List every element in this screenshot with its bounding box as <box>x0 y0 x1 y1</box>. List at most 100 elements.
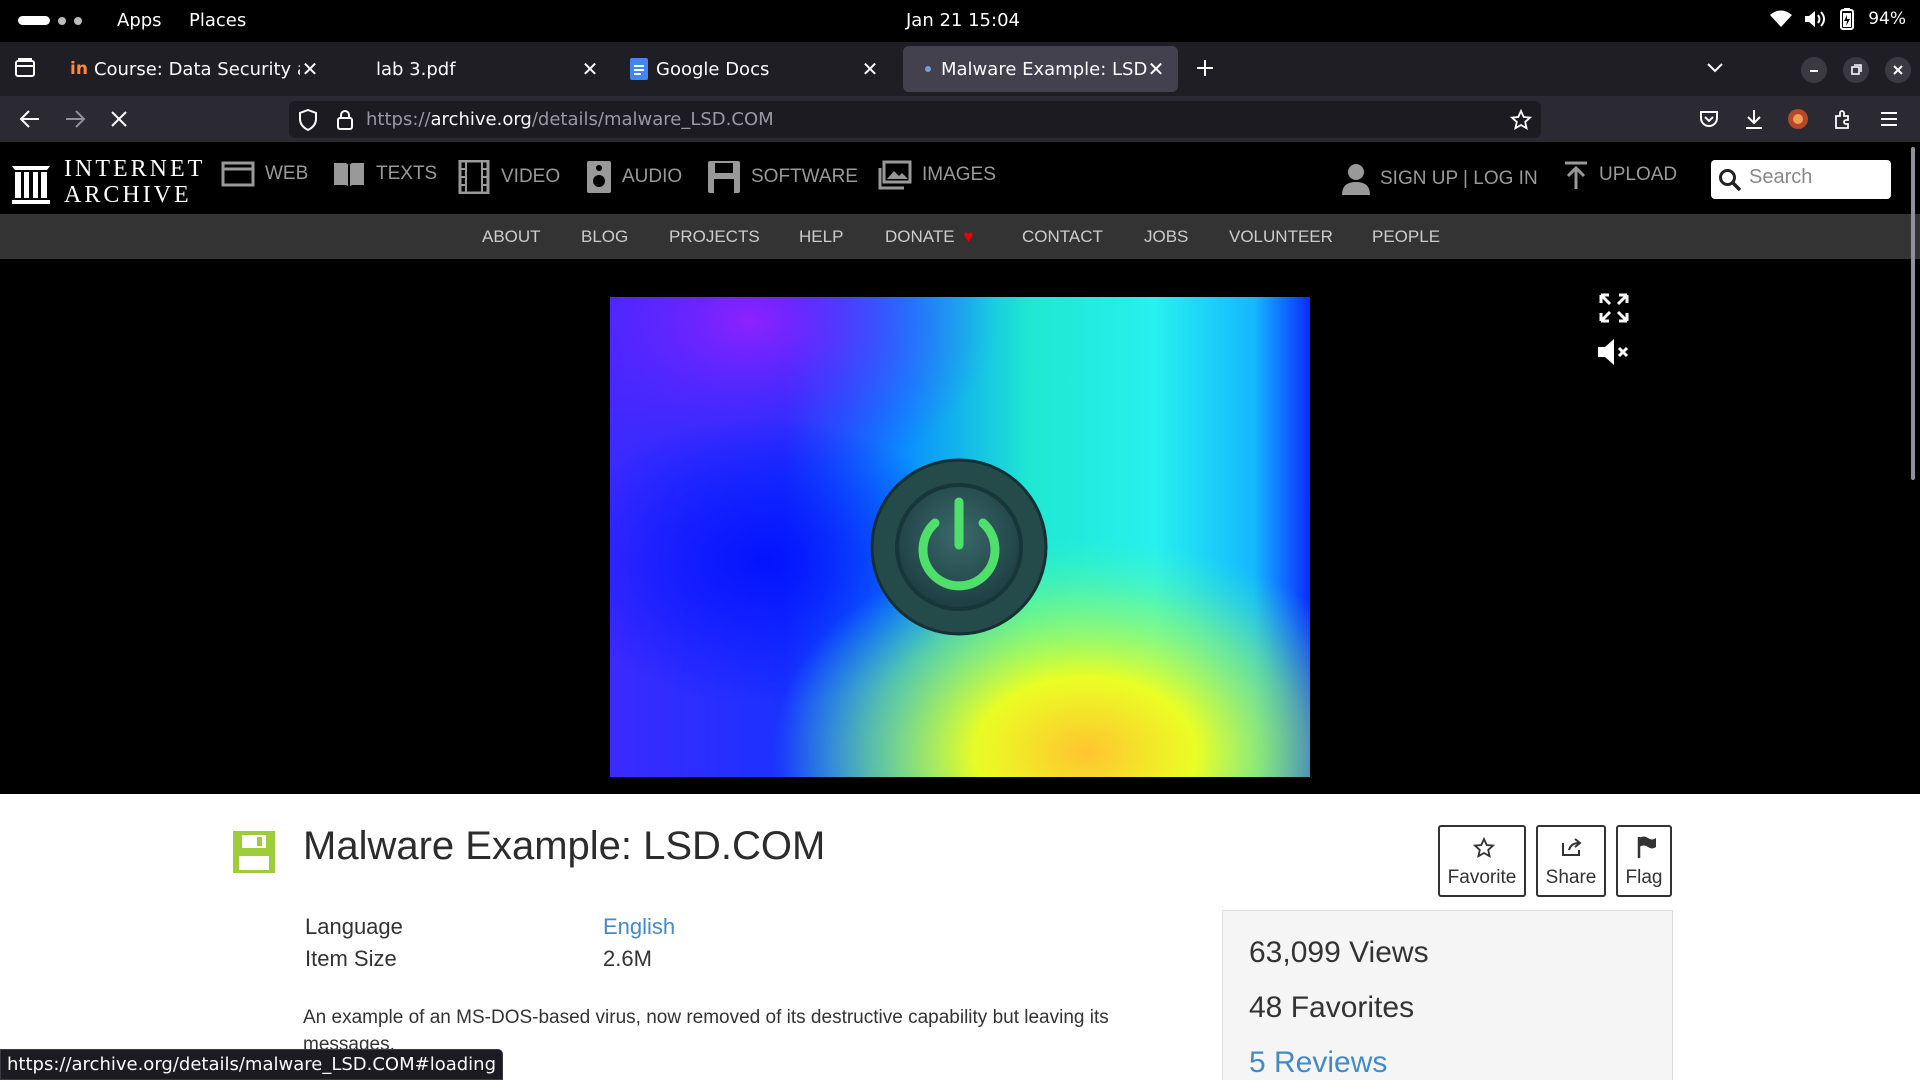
reviews-link[interactable]: 5 Reviews <box>1249 1046 1387 1080</box>
search-input[interactable] <box>1749 166 1879 189</box>
hamburger-menu-icon[interactable] <box>1879 110 1899 128</box>
ia-top-nav: INTERNET ARCHIVE WEB TEXTS VIDEO AUDIO S… <box>0 142 1920 214</box>
restore-button[interactable] <box>1843 57 1869 83</box>
tab-google-docs[interactable]: Google Docs ✕ <box>620 46 892 92</box>
chevron-down-icon[interactable] <box>1706 62 1724 74</box>
tab-overview-icon[interactable] <box>14 57 36 79</box>
floppy-disk-icon <box>233 831 275 873</box>
tab-malware-example[interactable]: Malware Example: LSD.COM ✕ <box>903 46 1178 92</box>
sub-nav-people[interactable]: PEOPLE <box>1372 227 1440 247</box>
volume-icon <box>1805 11 1826 27</box>
floppy-icon <box>708 161 740 193</box>
star-outline-icon <box>1473 837 1495 858</box>
url-text[interactable]: https://archive.org/details/malware_LSD.… <box>366 109 774 130</box>
navigation-bar: https://archive.org/details/malware_LSD.… <box>0 96 1920 142</box>
user-icon <box>1342 164 1370 195</box>
nav-web[interactable]: WEB <box>221 160 308 188</box>
clock[interactable]: Jan 21 15:04 <box>906 10 1020 31</box>
search-box[interactable] <box>1711 160 1891 199</box>
close-icon[interactable]: ✕ <box>578 57 602 81</box>
web-icon <box>221 161 255 187</box>
close-icon[interactable]: ✕ <box>858 57 882 81</box>
views-count: 63,099 Views <box>1249 936 1429 969</box>
web-page: INTERNET ARCHIVE WEB TEXTS VIDEO AUDIO S… <box>0 142 1920 1080</box>
minimize-icon <box>1810 70 1818 72</box>
sub-nav-about[interactable]: ABOUT <box>482 227 541 247</box>
stop-loading-icon[interactable] <box>110 110 128 128</box>
back-arrow-icon[interactable] <box>19 109 41 129</box>
emulator-screen[interactable] <box>610 297 1310 777</box>
pocket-icon[interactable] <box>1699 109 1719 129</box>
speaker-icon <box>587 161 611 193</box>
system-top-bar: Apps Places Jan 21 15:04 94% <box>0 0 1920 42</box>
battery-percent: 94% <box>1868 9 1906 29</box>
forward-arrow-icon[interactable] <box>64 109 86 129</box>
restore-icon <box>1851 64 1862 75</box>
ia-sub-nav: ABOUT BLOG PROJECTS HELP DONATE ♥ CONTAC… <box>0 214 1920 259</box>
status-url-tooltip: https://archive.org/details/malware_LSD.… <box>0 1049 504 1080</box>
close-icon[interactable]: ✕ <box>298 57 322 81</box>
nav-images[interactable]: IMAGES <box>878 160 996 190</box>
sub-nav-help[interactable]: HELP <box>799 227 843 247</box>
sub-nav-volunteer[interactable]: VOLUNTEER <box>1229 227 1333 247</box>
share-button[interactable]: Share <box>1536 825 1606 897</box>
meta-language-key: Language <box>305 914 403 939</box>
signup-login-link[interactable]: SIGN UP | LOG IN <box>1342 163 1538 195</box>
fullscreen-icon[interactable] <box>1599 293 1629 323</box>
upload-icon <box>1565 161 1587 189</box>
lock-icon[interactable] <box>336 109 354 130</box>
minimize-button[interactable] <box>1801 57 1827 83</box>
item-title: Malware Example: LSD.COM <box>303 824 826 868</box>
sub-nav-jobs[interactable]: JOBS <box>1144 227 1188 247</box>
tab-strip: in Course: Data Security and ✕ lab 3.pdf… <box>0 42 1920 96</box>
film-icon <box>458 160 490 194</box>
nav-video[interactable]: VIDEO <box>457 160 560 194</box>
favorite-button[interactable]: Favorite <box>1438 825 1526 897</box>
extensions-puzzle-icon[interactable] <box>1833 108 1855 130</box>
search-icon <box>1719 169 1742 192</box>
stats-panel: 63,099 Views 48 Favorites 5 Reviews <box>1222 910 1673 1080</box>
meta-size-value: 2.6M <box>603 946 652 971</box>
new-tab-icon[interactable] <box>1195 58 1215 78</box>
heart-icon: ♥ <box>963 227 974 246</box>
ia-logo-text: INTERNET ARCHIVE <box>64 156 206 208</box>
shield-icon[interactable] <box>298 109 318 131</box>
nav-software[interactable]: SOFTWARE <box>707 160 858 194</box>
mute-icon[interactable] <box>1597 338 1631 366</box>
workspace-dot <box>74 16 82 25</box>
sub-nav-blog[interactable]: BLOG <box>581 227 628 247</box>
nav-texts[interactable]: TEXTS <box>332 160 437 188</box>
address-bar[interactable]: https://archive.org/details/malware_LSD.… <box>289 101 1541 138</box>
star-icon[interactable] <box>1510 109 1532 131</box>
sub-nav-projects[interactable]: PROJECTS <box>669 227 760 247</box>
places-menu[interactable]: Places <box>189 10 246 31</box>
workspace-dot <box>58 16 66 25</box>
emulator-theater <box>0 259 1920 794</box>
upload-link[interactable]: UPLOAD <box>1563 160 1677 190</box>
emulator-canvas <box>610 297 1310 777</box>
workspace-indicator[interactable] <box>18 16 82 25</box>
extension-avatar-icon[interactable] <box>1787 108 1809 130</box>
close-window-button[interactable] <box>1885 57 1911 83</box>
tab-course[interactable]: in Course: Data Security and ✕ <box>60 46 332 92</box>
nav-audio[interactable]: AUDIO <box>586 160 682 194</box>
wifi-icon <box>1770 10 1793 27</box>
favorites-count: 48 Favorites <box>1249 991 1415 1024</box>
tab-lab3[interactable]: lab 3.pdf ✕ <box>340 46 612 92</box>
sub-nav-donate[interactable]: DONATE ♥ <box>885 227 973 247</box>
page-scrollbar[interactable] <box>1911 147 1915 480</box>
sub-nav-contact[interactable]: CONTACT <box>1022 227 1103 247</box>
apps-menu[interactable]: Apps <box>117 10 162 31</box>
in-icon: in <box>70 59 88 79</box>
close-icon[interactable]: ✕ <box>1144 57 1168 81</box>
meta-language-value[interactable]: English <box>603 914 675 940</box>
system-tray[interactable]: 94% <box>1770 8 1906 30</box>
flag-button[interactable]: Flag <box>1616 825 1672 897</box>
images-icon <box>878 160 912 190</box>
archive-building-icon <box>12 166 50 204</box>
loading-dot-icon <box>925 66 931 72</box>
meta-size-key: Item Size <box>305 946 397 971</box>
ia-logo[interactable]: INTERNET ARCHIVE <box>12 156 205 208</box>
close-icon <box>1893 65 1903 75</box>
download-icon[interactable] <box>1744 108 1764 130</box>
